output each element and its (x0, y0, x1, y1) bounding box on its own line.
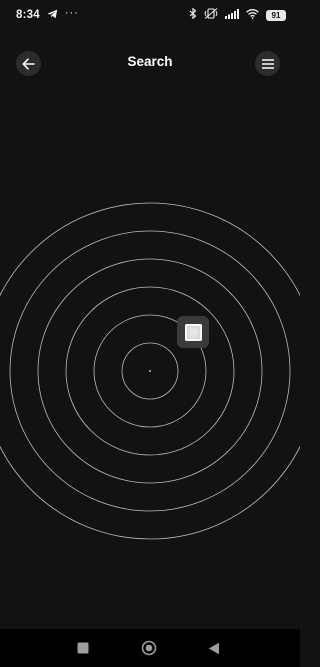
hamburger-menu-icon (261, 58, 274, 69)
overflow-indicator: ··· (64, 7, 79, 19)
signal-icon (225, 8, 239, 22)
telegram-icon (47, 9, 58, 22)
search-screen: 8:34 ··· 91 Search (0, 0, 300, 667)
status-right: 91 (189, 7, 286, 22)
home-circle-icon (141, 640, 157, 656)
device-icon (184, 323, 202, 341)
menu-button[interactable] (255, 51, 280, 76)
system-nav-bar (0, 629, 300, 667)
recents-button[interactable] (74, 639, 92, 657)
battery-icon: 91 (266, 9, 286, 21)
found-device-button[interactable] (177, 316, 209, 348)
status-time: 8:34 (16, 9, 40, 21)
nav-back-button[interactable] (205, 639, 223, 657)
vibrate-icon (204, 8, 218, 22)
radar-center-dot (149, 370, 151, 372)
home-button[interactable] (140, 639, 158, 657)
status-bar: 8:34 ··· 91 (0, 0, 300, 30)
wifi-icon (246, 8, 259, 22)
header: Search (0, 48, 300, 78)
status-left: 8:34 ··· (16, 7, 79, 22)
recents-square-icon (77, 642, 89, 654)
bluetooth-icon (189, 7, 197, 22)
back-triangle-icon (208, 642, 219, 654)
radar-rings (0, 202, 300, 540)
